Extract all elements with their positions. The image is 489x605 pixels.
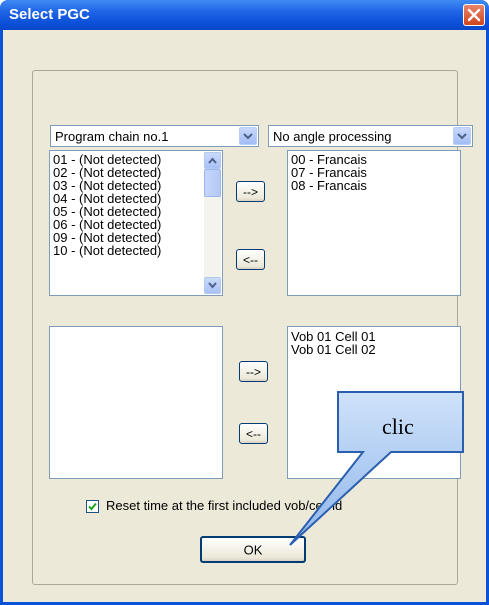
chevron-down-icon[interactable] [239,127,257,145]
vertical-scrollbar[interactable] [204,152,221,294]
close-button[interactable] [463,4,485,26]
selected-cells-list[interactable]: Vob 01 Cell 01 Vob 01 Cell 02 [287,326,461,479]
scroll-down-button[interactable] [204,277,221,294]
selected-audio-list[interactable]: 00 - Francais 07 - Francais 08 - Francais [287,150,461,296]
add-cell-button[interactable]: --> [239,361,268,382]
checkmark-icon [88,502,97,511]
remove-cell-label: <-- [246,426,261,441]
program-chain-value: Program chain no.1 [55,129,169,144]
reset-time-label[interactable]: Reset time at the first included vob/cel… [106,498,342,513]
add-audio-button[interactable]: --> [236,181,265,202]
remove-audio-button[interactable]: <-- [236,249,265,270]
dialog-window: Select PGC Program chain no.1 No angle p… [0,0,489,605]
add-cell-label: --> [246,364,261,379]
ok-button[interactable]: OK [200,536,306,563]
angle-value: No angle processing [273,129,392,144]
scroll-thumb[interactable] [204,169,221,197]
add-audio-label: --> [243,184,258,199]
title-bar[interactable]: Select PGC [0,0,489,30]
available-cells-list[interactable] [49,326,223,479]
remove-audio-label: <-- [243,252,258,267]
angle-select[interactable]: No angle processing [268,125,473,147]
remove-cell-button[interactable]: <-- [239,423,268,444]
dialog-client-area: Program chain no.1 No angle processing 0… [3,30,486,602]
ok-label: OK [243,542,263,557]
list-item[interactable]: Vob 01 Cell 02 [291,343,376,356]
list-item[interactable]: 10 - (Not detected) [53,244,161,257]
close-icon [467,8,481,22]
program-chain-select[interactable]: Program chain no.1 [50,125,259,147]
callout-text: clic [382,414,414,439]
chevron-down-icon[interactable] [453,127,471,145]
scroll-up-button[interactable] [204,152,221,169]
window-title: Select PGC [9,6,90,23]
available-audio-list[interactable]: 01 - (Not detected) 02 - (Not detected) 03… [49,150,223,296]
reset-time-checkbox[interactable] [86,500,99,513]
list-item[interactable]: 08 - Francais [291,179,367,192]
